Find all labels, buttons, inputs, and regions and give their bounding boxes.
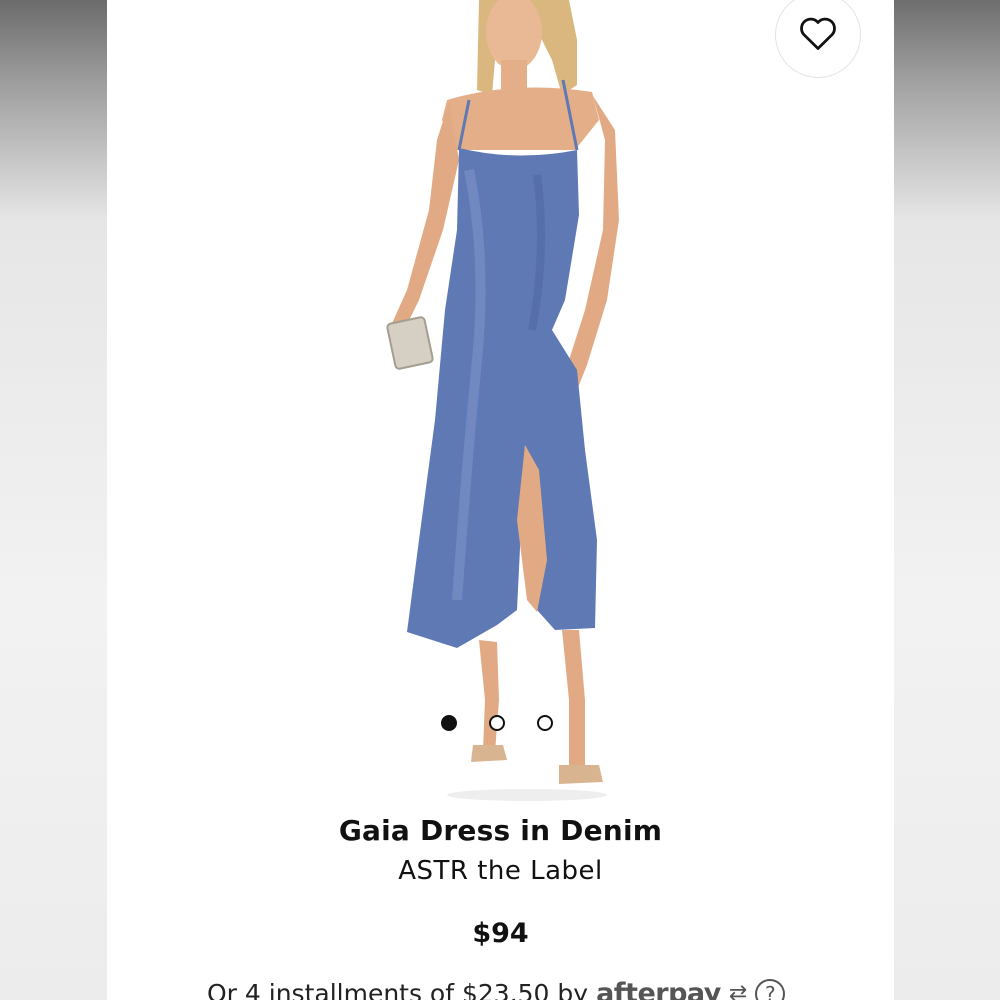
image-carousel-indicators [441, 715, 553, 731]
product-brand[interactable]: ASTR the Label [107, 856, 894, 886]
product-title: Gaia Dress in Denim [338, 814, 663, 847]
installment-info: Or 4 installments of $23.50 by afterpay … [207, 978, 786, 1000]
carousel-dot-2[interactable] [489, 715, 505, 731]
right-backdrop [894, 0, 1000, 1000]
product-price: $94 [472, 918, 529, 949]
product-image[interactable] [107, 0, 894, 805]
help-icon[interactable]: ? [755, 978, 786, 1000]
carousel-dot-1[interactable] [441, 715, 457, 731]
afterpay-arrow-icon: ⇄ [728, 981, 748, 1000]
left-backdrop [0, 0, 107, 1000]
installment-text: Or 4 installments of $23.50 by [207, 979, 589, 1000]
product-card: Gaia Dress in Denim ASTR the Label $94 O… [107, 0, 894, 1000]
afterpay-logo: afterpay [596, 978, 721, 1000]
page: Gaia Dress in Denim ASTR the Label $94 O… [0, 0, 1000, 1000]
carousel-dot-3[interactable] [537, 715, 553, 731]
heart-icon [798, 15, 838, 55]
